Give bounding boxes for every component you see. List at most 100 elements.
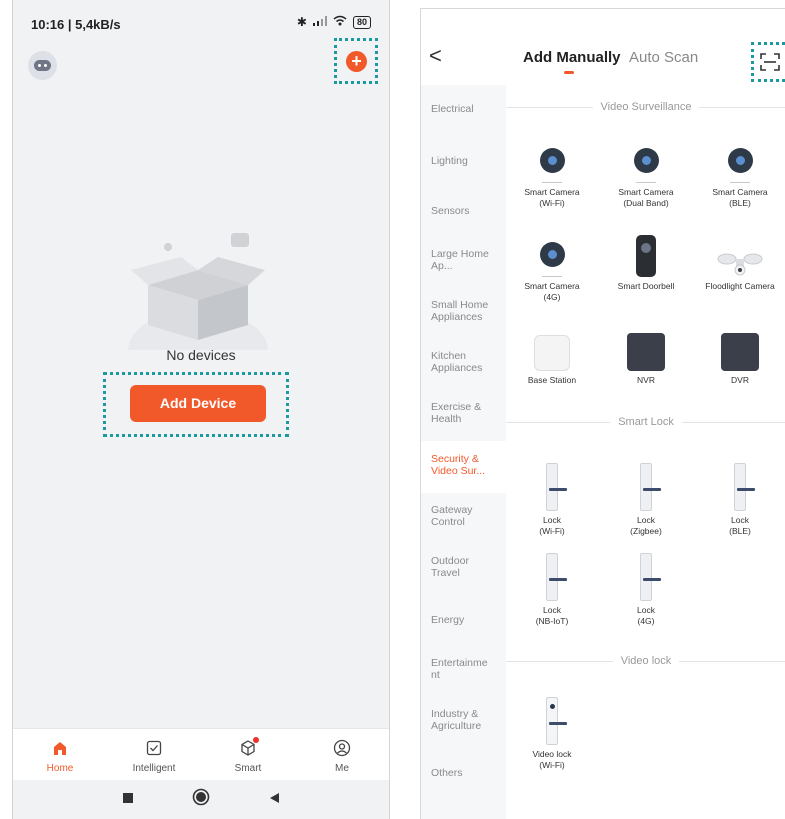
device-name: Smart Doorbell — [617, 281, 675, 291]
category-security[interactable]: Security & Video Sur... — [421, 441, 506, 493]
camera-icon — [539, 242, 565, 277]
device-name: Smart Camera — [618, 187, 674, 197]
divider — [506, 106, 593, 108]
tab-smart[interactable]: Smart — [201, 729, 295, 780]
device-lock-ble[interactable]: Lock (BLE) — [694, 461, 785, 537]
device-lock-zigbee[interactable]: Lock (Zigbee) — [600, 461, 692, 537]
active-tab-indicator — [564, 71, 574, 74]
base-station-icon — [534, 335, 570, 371]
category-lighting[interactable]: Lighting — [421, 155, 506, 167]
lock-icon — [640, 553, 661, 601]
tab-intelligent[interactable]: Intelligent — [107, 729, 201, 780]
scan-button-highlight — [751, 42, 785, 82]
tab-auto-scan[interactable]: Auto Scan — [629, 49, 698, 66]
device-name: Lock — [543, 515, 561, 525]
device-dvr[interactable]: DVR — [694, 321, 785, 386]
robot-face-icon — [34, 60, 51, 71]
add-device-highlight: Add Device — [103, 372, 289, 437]
device-name: Floodlight Camera — [705, 281, 775, 291]
dvr-icon — [721, 333, 759, 371]
device-name: Lock — [731, 515, 749, 525]
empty-box-illustration — [128, 233, 268, 350]
add-device-button[interactable]: Add Device — [130, 385, 266, 422]
device-name: Lock — [543, 605, 561, 615]
category-kitchen[interactable]: Kitchen Appliances — [421, 350, 491, 374]
camera-icon — [633, 148, 659, 183]
device-name: Smart Camera — [524, 187, 580, 197]
device-lock-wifi[interactable]: Lock (Wi-Fi) — [506, 461, 598, 537]
notification-dot — [253, 737, 259, 743]
device-base-station[interactable]: Base Station — [506, 321, 598, 386]
category-electrical[interactable]: Electrical — [421, 103, 506, 115]
user-icon — [331, 737, 353, 759]
scan-icon[interactable] — [760, 53, 780, 71]
section-title: Smart Lock — [618, 416, 674, 428]
video-lock-icon — [546, 697, 567, 745]
device-lock-4g[interactable]: Lock (4G) — [600, 551, 692, 627]
category-gateway[interactable]: Gateway Control — [421, 504, 485, 528]
section-title: Video Surveillance — [600, 101, 692, 113]
category-outdoor[interactable]: Outdoor Travel — [421, 555, 479, 579]
no-devices-text: No devices — [166, 347, 236, 363]
lock-icon — [640, 463, 661, 511]
divider — [679, 660, 785, 662]
device-smart-camera-4g[interactable]: Smart Camera (4G) — [506, 227, 598, 303]
status-bar: 10:16 | 5,4kB/s ✱ 80 — [13, 0, 389, 36]
device-smart-camera-ble[interactable]: Smart Camera (BLE) — [694, 133, 785, 209]
device-smart-doorbell[interactable]: Smart Doorbell — [600, 227, 692, 292]
category-energy[interactable]: Energy — [421, 614, 506, 626]
device-sub: (NB-IoT) — [535, 616, 569, 626]
recent-apps-icon[interactable] — [122, 791, 134, 809]
screenshot-stage: 10:16 | 5,4kB/s ✱ 80 + No devices Add De… — [0, 0, 785, 819]
doorbell-icon — [636, 235, 656, 277]
device-name: Lock — [637, 515, 655, 525]
battery-indicator: 80 — [352, 15, 371, 29]
category-entertainment[interactable]: Entertainment — [421, 657, 489, 681]
device-floodlight-camera[interactable]: Floodlight Camera — [694, 227, 785, 292]
status-time: 10:16 | 5,4kB/s — [31, 17, 121, 32]
tab-add-manually[interactable]: Add Manually — [523, 49, 621, 66]
category-large-home[interactable]: Large Home Ap... — [421, 248, 501, 272]
tab-smart-label: Smart — [234, 763, 262, 774]
tab-home[interactable]: Home — [13, 729, 107, 780]
signal-icon — [312, 15, 327, 29]
section-video-lock: Video lock — [506, 655, 785, 667]
category-others[interactable]: Others — [421, 767, 506, 779]
device-sub: (Zigbee) — [630, 526, 662, 536]
category-exercise[interactable]: Exercise & Health — [421, 401, 483, 425]
device-sub: (Wi-Fi) — [539, 760, 565, 770]
back-triangle-icon[interactable] — [268, 791, 280, 809]
category-small-home[interactable]: Small Home Appliances — [421, 299, 493, 323]
checkbox-icon — [143, 737, 165, 759]
device-smart-camera-dual-band[interactable]: Smart Camera (Dual Band) — [600, 133, 692, 209]
floodlight-icon — [717, 253, 763, 276]
add-plus-button[interactable]: + — [346, 51, 367, 72]
device-grid: Video Surveillance Smart Camera (Wi-Fi) … — [506, 85, 785, 819]
avatar[interactable] — [28, 51, 57, 80]
device-sub: (4G) — [543, 292, 561, 302]
bluetooth-icon: ✱ — [296, 15, 307, 29]
device-sub: (Wi-Fi) — [539, 526, 565, 536]
device-video-lock-wifi[interactable]: Video lock (Wi-Fi) — [506, 695, 598, 771]
cube-icon — [237, 737, 259, 759]
back-chevron-icon[interactable]: < — [429, 45, 442, 67]
device-name: DVR — [731, 375, 749, 385]
home-circle-icon[interactable] — [192, 788, 210, 811]
category-industry[interactable]: Industry & Agriculture — [421, 708, 493, 732]
nvr-icon — [627, 333, 665, 371]
device-name: Base Station — [527, 375, 577, 385]
device-smart-camera-wifi[interactable]: Smart Camera (Wi-Fi) — [506, 133, 598, 209]
section-smart-lock: Smart Lock — [506, 416, 785, 428]
add-device-screen: < Add Manually Auto Scan Electrical Ligh… — [420, 8, 785, 819]
tab-me[interactable]: Me — [295, 729, 389, 780]
category-sensors[interactable]: Sensors — [421, 205, 506, 217]
device-sub: (4G) — [637, 616, 655, 626]
lock-icon — [734, 463, 755, 511]
device-name: Smart Camera — [712, 187, 768, 197]
device-sub: (BLE) — [729, 526, 751, 536]
camera-icon — [727, 148, 753, 183]
lock-icon — [546, 553, 567, 601]
device-name: Video lock — [532, 749, 572, 759]
device-nvr[interactable]: NVR — [600, 321, 692, 386]
device-lock-nb-iot[interactable]: Lock (NB-IoT) — [506, 551, 598, 627]
